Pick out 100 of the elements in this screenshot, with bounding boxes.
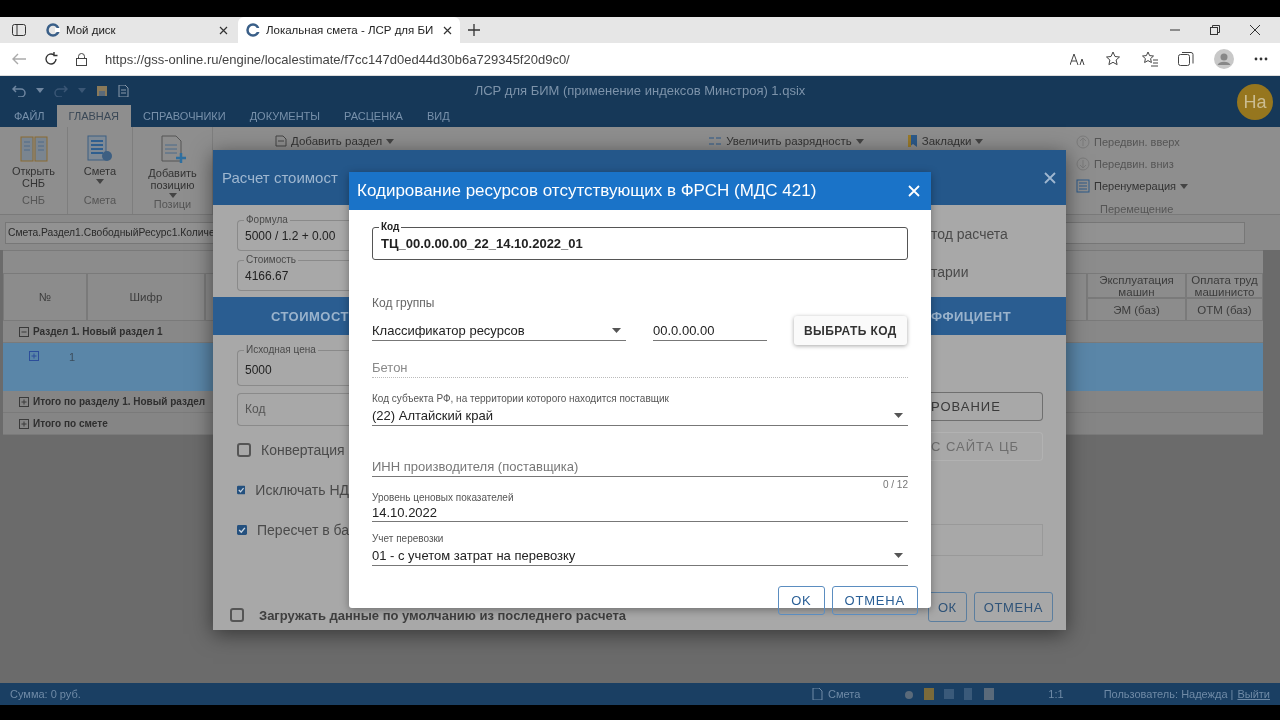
close-icon[interactable] [219,25,228,35]
field-label: Код [379,221,402,233]
site-logo-icon [46,23,60,37]
profile-icon[interactable] [1214,49,1234,69]
menu-tab[interactable]: СПРАВОЧНИКИ [131,105,238,127]
field-label: Формула [244,214,290,226]
field-label: Исходная цена [244,344,318,356]
dialog-title: Кодирование ресурсов отсутствующих в ФРСН (МДС 421) [357,181,817,201]
collapse-icon[interactable] [19,326,29,337]
favorites-icon[interactable] [1142,51,1158,67]
dialog-title: Расчет стоимост [222,169,338,186]
browser-tab[interactable]: Локальная смета - ЛСР для БИ [238,17,460,43]
field-label: Код субъекта РФ, на территории которого находится поставщик [372,393,670,405]
ribbon-button[interactable]: Открыть СНБ [0,127,67,194]
document-icon[interactable] [118,84,129,97]
ribbon-button[interactable]: Добавить раздел [275,135,395,147]
caret-icon [96,179,104,184]
save-icon[interactable] [96,84,108,97]
input-field[interactable]: 00.0.00.00 [653,320,767,341]
button[interactable]: ОТМЕНА [831,586,918,615]
checkbox-label: Исключать НД [255,482,349,498]
refresh-icon[interactable] [44,52,58,66]
dropdown-arrow-icon[interactable] [612,328,621,333]
field-label: Учет перевозки [372,533,445,545]
ribbon-button[interactable]: Добавить позицию [133,127,212,198]
total-row-label: Итого по смете [33,418,108,429]
button[interactable]: OK [778,586,825,615]
column-header: ОТМ (баз) [1186,298,1263,321]
logout-link[interactable]: Выйти [1237,688,1270,700]
select-field[interactable]: 01 - с учетом затрат на перевозку [372,545,908,566]
digits-icon [708,136,723,146]
dropdown-arrow-icon[interactable] [894,552,903,558]
select-field[interactable]: (22) Алтайский край [372,405,908,426]
tab[interactable]: СТОИМОСТ [213,297,349,335]
dropdown-arrow-icon[interactable] [894,412,903,418]
button[interactable]: ОТМЕНА [973,592,1053,622]
browser-tab[interactable]: Мой диск [38,17,236,43]
caret-icon [386,138,395,144]
column-header: Эксплуатация машин [1087,273,1186,298]
menu-tab[interactable]: ГЛАВНАЯ [56,105,132,127]
checkbox[interactable] [237,483,246,497]
column-header: ЭМ (баз) [1087,298,1186,321]
checkbox[interactable] [237,523,247,537]
ribbon-button[interactable]: Закладки [907,135,984,147]
formula-field[interactable]: Смета.Раздел1.СвободныйРесурс1.Количе [5,221,213,244]
book-icon [19,135,48,163]
new-tab-icon[interactable] [468,24,480,36]
table-cell-text: 1 [69,351,76,365]
group-label: Позици [153,198,192,212]
choose-code-button[interactable]: ВЫБРАТЬ КОД [794,316,907,345]
undo-icon[interactable] [12,84,26,97]
more-icon[interactable] [1254,57,1268,61]
menu-tab[interactable]: ДОКУМЕНТЫ [237,105,333,127]
group-label: СНБ [21,194,46,208]
site-logo-icon [246,23,260,37]
ribbon-button[interactable]: Смета [83,127,117,194]
spreadsheet-icon [86,135,114,163]
menu-tab[interactable]: ВИД [414,105,462,127]
section-label: Раздел 1. Новый раздел 1 [33,326,163,337]
checkbox[interactable] [237,443,251,457]
move-icon [1076,157,1090,171]
tab-actions-icon[interactable] [12,24,26,36]
character-counter: 0 / 12 [882,479,908,490]
column-header: № [3,273,87,321]
field-label: Код группы [372,296,436,310]
checkbox-label: Конвертация [261,442,345,458]
close-icon[interactable] [1250,25,1260,35]
option-label: тарии [931,264,970,280]
read-aloud-icon[interactable] [1070,53,1086,65]
menu-tab[interactable]: РАСЦЕНКА [332,105,415,127]
total-row-label: Итого по разделу 1. Новый раздел [33,396,206,407]
status-text: Смета [828,688,861,700]
address-bar[interactable]: https://gss-online.ru/engine/localestimate/f7cc147d0ed44d30b6a729345f20d9c0/ [105,51,570,67]
add-document-icon [158,135,187,165]
menu-tab[interactable]: ФАЙЛ [2,105,57,127]
select-field[interactable]: Классификатор ресурсов [372,321,626,341]
close-icon[interactable] [443,25,452,35]
ribbon-button[interactable]: Перенумерация [1076,179,1190,193]
column-header: Шифр [87,273,205,321]
caret-icon [78,88,86,93]
ribbon-button[interactable]: Увеличить разрядность [708,135,864,147]
user-name: Пользователь: Надежда | [1103,688,1234,700]
status-text: Сумма: 0 руб. [10,688,81,700]
tab[interactable]: ФФИЦИЕНТ [931,297,1066,335]
expand-icon[interactable] [19,396,29,407]
caret-icon [1180,183,1189,189]
field-label: Уровень ценовых показателей [372,492,515,504]
caret-icon [36,88,44,93]
expand-icon[interactable] [19,418,29,429]
favorite-icon[interactable] [1106,51,1122,67]
date-field[interactable]: 14.10.2022 [372,504,908,522]
restore-icon[interactable] [1210,25,1220,35]
inn-field[interactable]: ИНН производителя (поставщика) [372,456,908,477]
app-title: ЛСР для БИМ (применение индексов Минстроя) 1.qsix [474,83,806,98]
collections-icon[interactable] [1178,51,1194,67]
input-field[interactable] [1066,221,1245,244]
caret-icon [975,138,984,144]
caret-icon [855,138,864,144]
bookmark-icon [907,135,918,147]
checkbox[interactable] [230,608,244,622]
